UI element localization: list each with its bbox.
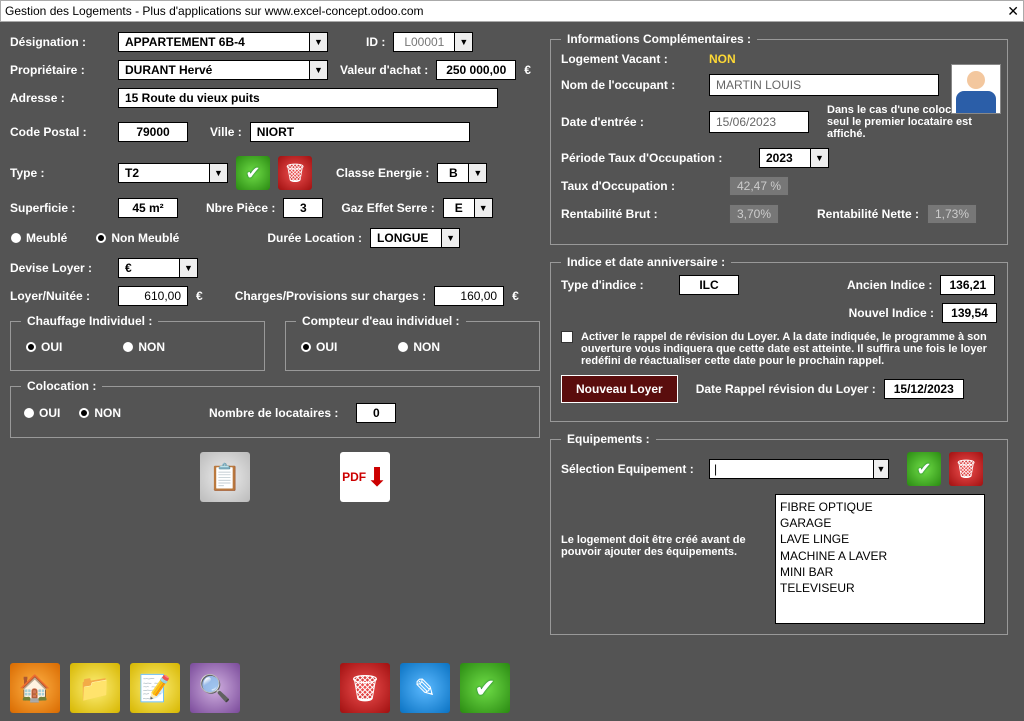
equip-combo[interactable]: ▼ (709, 459, 889, 479)
address-input[interactable]: 15 Route du vieux puits (118, 88, 498, 108)
occupant-input[interactable]: MARTIN LOUIS (709, 74, 939, 96)
vacant-value: NON (709, 52, 736, 66)
edit-button[interactable]: ✎ (400, 663, 450, 713)
furnished-radio[interactable]: Meublé (10, 231, 67, 245)
folder-button[interactable]: 📁 (70, 663, 120, 713)
reminder-checkbox[interactable] (561, 331, 573, 343)
area-input[interactable]: 45 m² (118, 198, 178, 218)
info-fieldset: Informations Complémentaires : Logement … (550, 32, 1008, 245)
postal-label: Code Postal : (10, 125, 110, 139)
equip-item[interactable]: MINI BAR (780, 564, 980, 580)
water-fieldset: Compteur d'eau individuel : OUI NON (285, 314, 540, 371)
purchase-value[interactable]: 250 000,00 (436, 60, 516, 80)
heating-non[interactable]: NON (122, 340, 165, 354)
gas-label: Gaz Effet Serre : (341, 201, 434, 215)
coloc-oui[interactable]: OUI (23, 406, 60, 420)
owner-label: Propriétaire : (10, 63, 110, 77)
stats-button[interactable]: 🔍 (190, 663, 240, 713)
equip-item[interactable]: GARAGE (780, 515, 980, 531)
heating-oui[interactable]: OUI (25, 340, 62, 354)
heating-fieldset: Chauffage Individuel : OUI NON (10, 314, 265, 371)
designation-combo[interactable]: APPARTEMENT 6B-4▼ (118, 32, 328, 52)
city-label: Ville : (210, 125, 242, 139)
duration-label: Durée Location : (267, 231, 362, 245)
area-label: Superficie : (10, 201, 110, 215)
city-input[interactable]: NIORT (250, 122, 470, 142)
index-fieldset: Indice et date anniversaire : Type d'ind… (550, 255, 1008, 422)
net-value: 1,73% (927, 204, 977, 224)
notes-button[interactable]: 📝 (130, 663, 180, 713)
coloc-non[interactable]: NON (78, 406, 121, 420)
gross-value: 3,70% (729, 204, 779, 224)
old-index[interactable]: 136,21 (940, 275, 995, 295)
delete-type-button[interactable]: 🗑 (278, 156, 312, 190)
energy-combo[interactable]: B▼ (437, 163, 487, 183)
save-button[interactable]: ✔ (460, 663, 510, 713)
tenants-input[interactable]: 0 (356, 403, 396, 423)
rent-input[interactable]: 610,00 (118, 286, 188, 306)
id-combo[interactable]: L00001▼ (393, 32, 473, 52)
equip-item[interactable]: FIBRE OPTIQUE (780, 499, 980, 515)
pdf-export-button[interactable]: PDF⬇ (340, 452, 390, 502)
home-button[interactable]: 🏠 (10, 663, 60, 713)
coloc-fieldset: Colocation : OUI NON Nombre de locataire… (10, 379, 540, 438)
entry-date[interactable]: 15/06/2023 (709, 111, 809, 133)
owner-combo[interactable]: DURANT Hervé▼ (118, 60, 328, 80)
avatar-icon (951, 64, 1001, 114)
title-bar: Gestion des Logements - Plus d'applicati… (0, 0, 1024, 22)
reminder-date[interactable]: 15/12/2023 (884, 379, 964, 399)
delete-button[interactable]: 🗑 (340, 663, 390, 713)
duration-combo[interactable]: LONGUE▼ (370, 228, 460, 248)
address-label: Adresse : (10, 91, 110, 105)
charges-input[interactable]: 160,00 (434, 286, 504, 306)
energy-label: Classe Energie : (336, 166, 429, 180)
water-oui[interactable]: OUI (300, 340, 337, 354)
equip-delete-button[interactable]: 🗑 (949, 452, 983, 486)
equip-item[interactable]: LAVE LINGE (780, 531, 980, 547)
occ-period-combo[interactable]: 2023▼ (759, 148, 829, 168)
index-type[interactable]: ILC (679, 275, 739, 295)
unfurnished-radio[interactable]: Non Meublé (95, 231, 179, 245)
type-label: Type : (10, 166, 110, 180)
gas-combo[interactable]: E▼ (443, 198, 493, 218)
occrate-value: 42,47 % (729, 176, 789, 196)
new-rent-button[interactable]: Nouveau Loyer (561, 375, 678, 403)
tenants-label: Nombre de locataires : (209, 406, 338, 420)
designation-label: Désignation : (10, 35, 110, 49)
purchase-label: Valeur d'achat : (340, 63, 428, 77)
currency-label: Devise Loyer : (10, 261, 110, 275)
rooms-input[interactable]: 3 (283, 198, 323, 218)
rooms-label: Nbre Pièce : (206, 201, 275, 215)
water-non[interactable]: NON (397, 340, 440, 354)
close-icon[interactable]: ✕ (1007, 3, 1019, 20)
equip-add-button[interactable]: ✔ (907, 452, 941, 486)
confirm-type-button[interactable]: ✔ (236, 156, 270, 190)
postal-input[interactable]: 79000 (118, 122, 188, 142)
window-title: Gestion des Logements - Plus d'applicati… (5, 4, 424, 18)
equip-item[interactable]: MACHINE A LAVER (780, 548, 980, 564)
equip-fieldset: Equipements : Sélection Equipement : ▼ ✔… (550, 432, 1008, 635)
new-index[interactable]: 139,54 (942, 303, 997, 323)
id-label: ID : (366, 35, 385, 49)
type-combo[interactable]: T2▼ (118, 163, 228, 183)
charges-label: Charges/Provisions sur charges : (235, 289, 426, 303)
equip-item[interactable]: TELEVISEUR (780, 580, 980, 596)
rent-label: Loyer/Nuitée : (10, 289, 110, 303)
currency-combo[interactable]: €▼ (118, 258, 198, 278)
clipboard-button[interactable]: 📋 (200, 452, 250, 502)
equip-listbox[interactable]: FIBRE OPTIQUEGARAGELAVE LINGEMACHINE A L… (775, 494, 985, 624)
